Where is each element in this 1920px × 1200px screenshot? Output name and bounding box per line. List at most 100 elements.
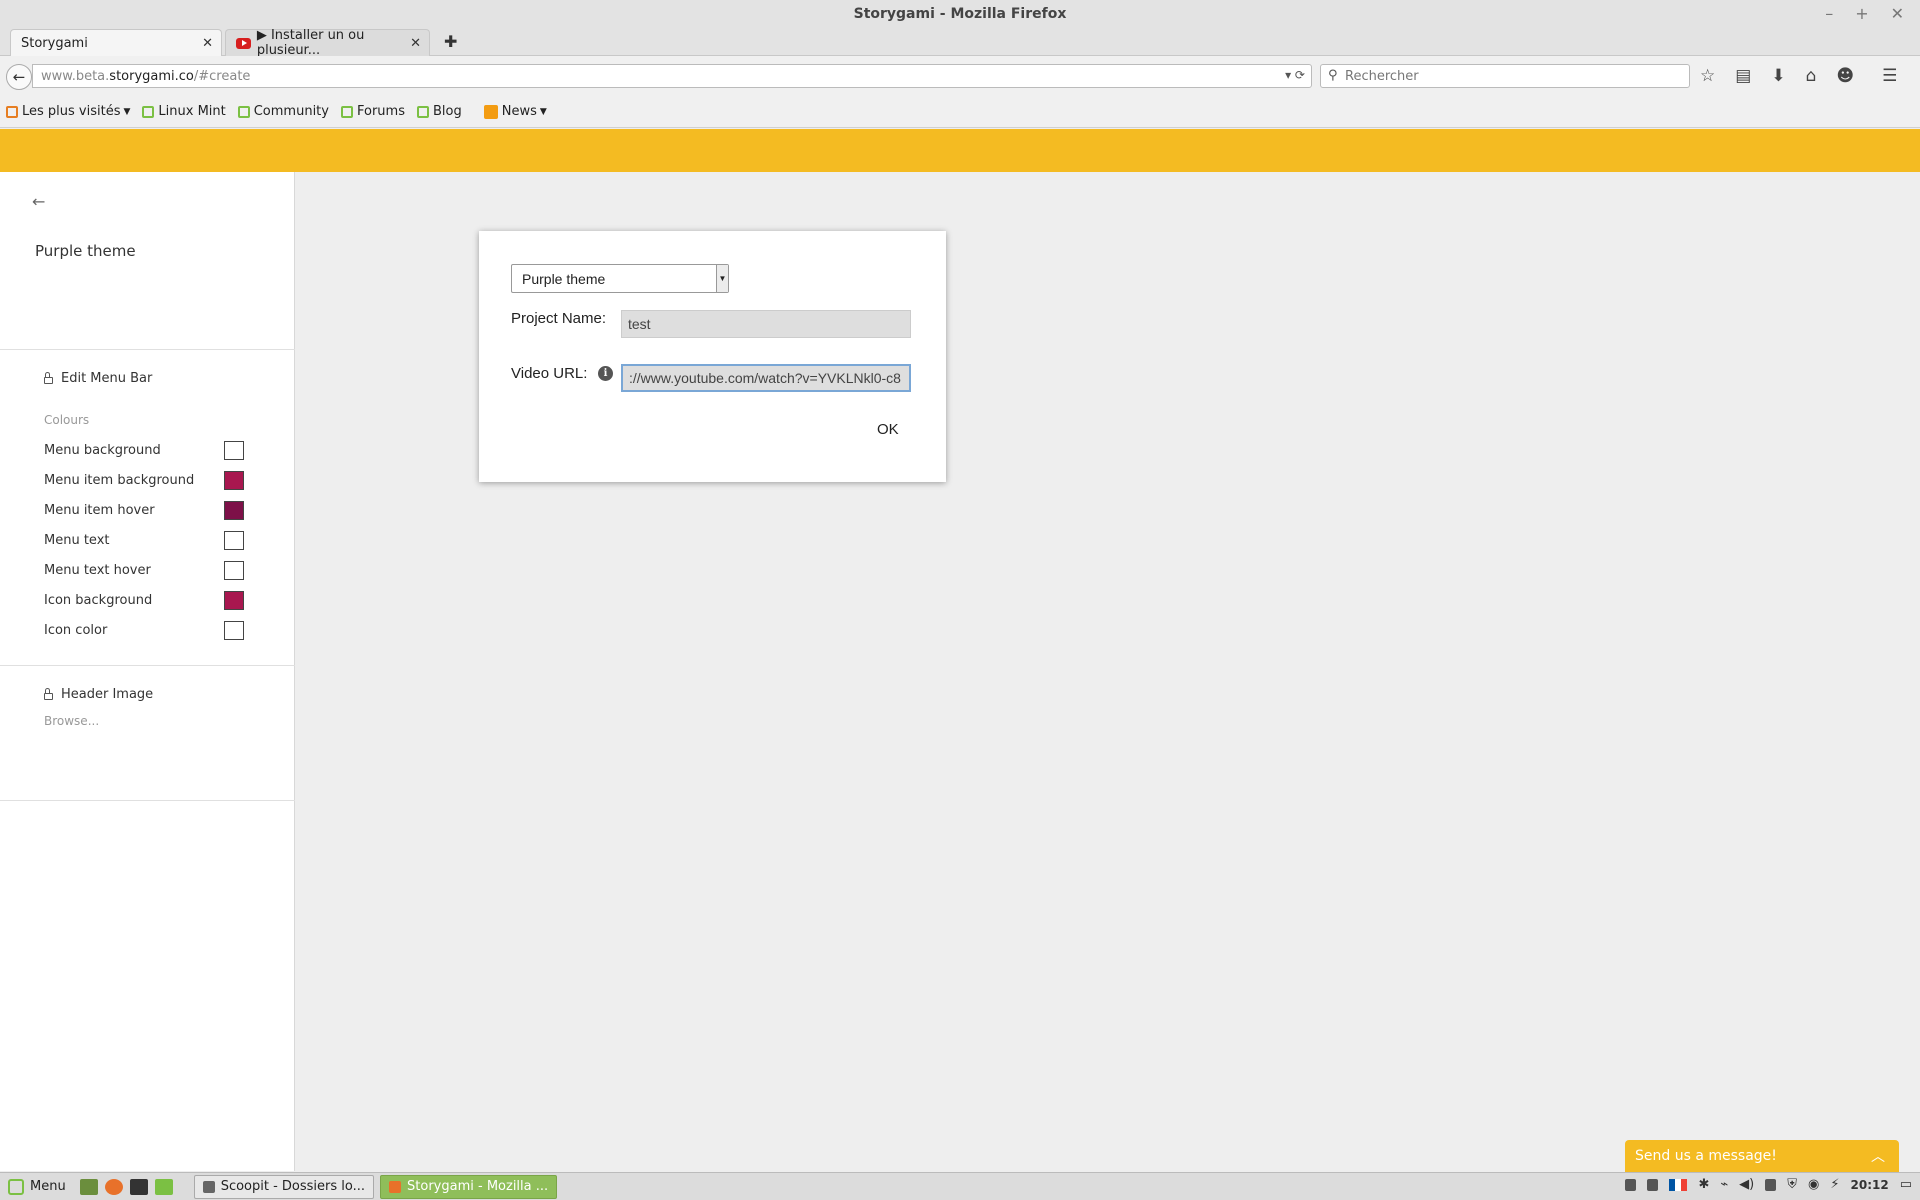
bookmark-news[interactable]: News ▼ (483, 104, 547, 119)
tab-storygami[interactable]: Storygami ✕ (10, 29, 222, 56)
project-name-input[interactable]: test (621, 310, 911, 338)
colour-row-menu-text-hover: Menu text hover (44, 560, 244, 580)
tab-label: Storygami (21, 35, 88, 51)
colour-swatch[interactable] (224, 531, 244, 550)
colour-row-menu-item-hover: Menu item hover (44, 500, 244, 520)
url-path: /#create (193, 68, 251, 84)
volume-icon[interactable]: ◀) (1739, 1177, 1754, 1192)
video-url-input[interactable]: ://www.youtube.com/watch?v=YVKLNkl0-c8 (621, 364, 911, 392)
hamburger-menu-icon[interactable]: ☰ (1882, 66, 1897, 86)
tab-bar: Storygami ✕ ▶ Installer un ou plusieur..… (0, 28, 1920, 58)
dropdown-arrow-icon[interactable]: ▼ (716, 265, 728, 292)
colours-label: Colours (44, 413, 90, 427)
edit-menu-bar-section[interactable]: Edit Menu Bar (44, 371, 152, 386)
colour-swatch[interactable] (224, 501, 244, 520)
url-host: storygami.co (109, 68, 194, 84)
show-desktop-icon[interactable]: ▭ (1900, 1177, 1912, 1192)
home-icon[interactable]: ⌂ (1806, 66, 1817, 86)
create-project-dialog: Purple theme ▼ Project Name: test Video … (479, 231, 946, 482)
bookmark-blog[interactable]: Blog (416, 104, 462, 119)
colour-row-menu-text: Menu text (44, 530, 244, 550)
rss-icon (483, 104, 498, 119)
maximize-icon[interactable]: + (1855, 0, 1868, 28)
bookmarks-bar: Les plus visités ▼ Linux Mint Community F… (0, 96, 1920, 128)
url-bar[interactable]: www.beta. storygami.co/#create ▾ ⟳ (32, 64, 1312, 88)
mint-menu-icon[interactable] (8, 1178, 24, 1195)
window-controls: – + ✕ (1825, 0, 1904, 28)
reading-list-icon[interactable]: ▤ (1735, 66, 1751, 86)
header-image-section[interactable]: Header Image (44, 687, 153, 702)
back-button[interactable]: ← (6, 64, 32, 90)
browse-link[interactable]: Browse... (44, 714, 99, 728)
show-desktop-icon[interactable] (79, 1178, 98, 1195)
search-icon: ⚲ (1328, 68, 1338, 83)
battery-icon[interactable] (1765, 1178, 1777, 1191)
theme-sidebar: ← Purple theme Edit Menu Bar Colours Men… (0, 172, 295, 1171)
mint-icon (237, 105, 250, 118)
power-icon[interactable]: ⚡ (1830, 1177, 1839, 1192)
window-title: Storygami - Mozilla Firefox (853, 6, 1067, 22)
bookmark-community[interactable]: Community (237, 104, 329, 119)
network-icon[interactable]: ⌁ (1720, 1177, 1728, 1192)
bookmark-forums[interactable]: Forums (340, 104, 405, 119)
colour-row-menu-background: Menu background (44, 440, 244, 460)
lock-icon (44, 688, 53, 700)
user-icon[interactable] (1625, 1178, 1637, 1191)
back-arrow-icon[interactable]: ← (32, 192, 45, 211)
shield-icon[interactable]: ◉ (1808, 1177, 1819, 1192)
keyboard-layout-fr-icon[interactable] (1669, 1178, 1688, 1191)
folder-icon (6, 105, 18, 118)
firefox-icon[interactable] (104, 1178, 123, 1195)
system-taskbar: Menu Scoopit - Dossiers lo... Storygami … (0, 1172, 1920, 1200)
bookmark-linux-mint[interactable]: Linux Mint (142, 104, 226, 119)
search-placeholder: Rechercher (1345, 68, 1419, 84)
colour-swatch[interactable] (224, 591, 244, 610)
mint-icon (340, 105, 353, 118)
firefox-icon (389, 1180, 402, 1193)
navigation-bar: ← www.beta. storygami.co/#create ▾ ⟳ ⚲ Re… (0, 56, 1920, 96)
taskbar-item-scoopit[interactable]: Scoopit - Dossiers lo... (193, 1174, 375, 1199)
toolbar-icons: ☆ ▤ ⬇ ⌂ ☻ ☰ (1700, 66, 1897, 86)
colour-swatch[interactable] (224, 471, 244, 490)
new-tab-icon[interactable]: ✚ (444, 32, 457, 51)
close-tab-icon[interactable]: ✕ (410, 36, 421, 51)
project-name-label: Project Name: (511, 310, 607, 327)
chevron-up-icon[interactable]: ︿ (1871, 1146, 1885, 1166)
video-url-label: Video URL: (511, 365, 588, 382)
colour-row-icon-color: Icon color (44, 620, 244, 640)
colour-swatch[interactable] (224, 441, 244, 460)
bluetooth-icon[interactable]: ✱ (1698, 1177, 1709, 1192)
close-window-icon[interactable]: ✕ (1891, 0, 1904, 28)
app-header-bar (0, 129, 1920, 172)
send-message-widget[interactable]: Send us a message! ︿ (1625, 1140, 1899, 1172)
theme-select[interactable]: Purple theme ▼ (511, 264, 729, 293)
taskbar-item-storygami[interactable]: Storygami - Mozilla ... (380, 1174, 558, 1199)
sidebar-theme-name: Purple theme (35, 242, 136, 260)
bookmark-most-visited[interactable]: Les plus visités ▼ (6, 104, 130, 119)
ok-button[interactable]: OK (877, 421, 899, 438)
clipboard-icon[interactable] (1647, 1178, 1659, 1191)
start-menu-button[interactable]: Menu (30, 1179, 66, 1194)
mint-icon (142, 105, 155, 118)
search-bar[interactable]: ⚲ Rechercher (1320, 64, 1690, 88)
close-tab-icon[interactable]: ✕ (202, 36, 213, 51)
divider (0, 800, 295, 801)
colour-row-menu-item-background: Menu item background (44, 470, 244, 490)
url-dropdown-reload-icons[interactable]: ▾ ⟳ (1285, 68, 1305, 82)
window-icon (202, 1180, 215, 1193)
divider (0, 665, 295, 666)
files-icon[interactable] (154, 1178, 173, 1195)
download-icon[interactable]: ⬇ (1771, 66, 1785, 86)
bookmark-star-icon[interactable]: ☆ (1700, 66, 1715, 86)
colour-swatch[interactable] (224, 561, 244, 580)
terminal-icon[interactable] (129, 1178, 148, 1195)
update-icon[interactable]: ⛨ (1787, 1177, 1797, 1192)
info-icon[interactable]: i (598, 366, 613, 381)
colour-swatch[interactable] (224, 621, 244, 640)
mint-icon (416, 105, 429, 118)
tab-youtube[interactable]: ▶ Installer un ou plusieur... ✕ (225, 28, 430, 58)
system-tray: ✱ ⌁ ◀) ⛨ ◉ ⚡ 20:12 ▭ (1625, 1177, 1912, 1192)
chat-icon[interactable]: ☻ (1836, 66, 1854, 86)
window-titlebar: Storygami - Mozilla Firefox – + ✕ (0, 0, 1920, 28)
minimize-icon[interactable]: – (1825, 0, 1833, 28)
